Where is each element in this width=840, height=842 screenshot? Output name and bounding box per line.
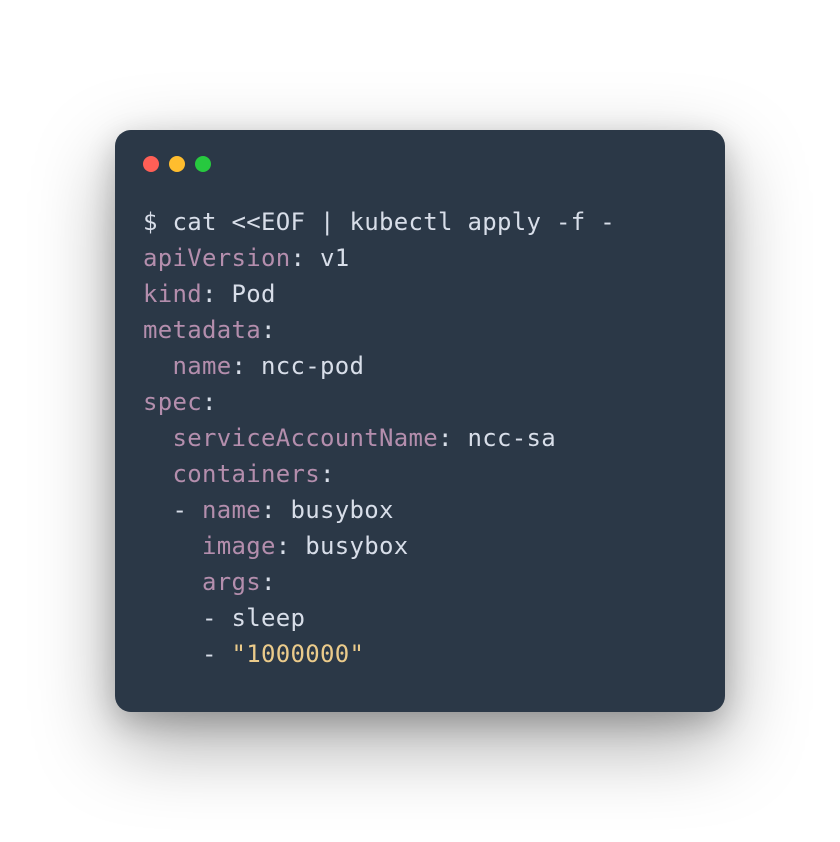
yaml-separator: : (202, 280, 232, 308)
yaml-key: apiVersion (143, 244, 291, 272)
yaml-key: name (173, 352, 232, 380)
indent (143, 568, 202, 596)
terminal-content: $ cat <<EOF | kubectl apply -f -apiVersi… (143, 204, 697, 672)
yaml-line: name: ncc-pod (143, 348, 697, 384)
yaml-separator: : (320, 460, 335, 488)
yaml-line: containers: (143, 456, 697, 492)
yaml-key: spec (143, 388, 202, 416)
indent (143, 424, 173, 452)
yaml-key: metadata (143, 316, 261, 344)
yaml-separator: : (202, 388, 217, 416)
terminal-window: $ cat <<EOF | kubectl apply -f -apiVersi… (115, 130, 725, 712)
yaml-line: - name: busybox (143, 492, 697, 528)
yaml-key: name (202, 496, 261, 524)
indent: - (143, 640, 232, 668)
yaml-key: image (202, 532, 276, 560)
indent: - (143, 604, 232, 632)
yaml-line: image: busybox (143, 528, 697, 564)
yaml-separator: : (261, 568, 276, 596)
yaml-value: ncc-sa (468, 424, 557, 452)
yaml-key: kind (143, 280, 202, 308)
yaml-separator: : (261, 496, 291, 524)
indent (143, 532, 202, 560)
yaml-separator: : (438, 424, 468, 452)
yaml-key: serviceAccountName (173, 424, 439, 452)
yaml-separator: : (232, 352, 262, 380)
prompt-symbol: $ (143, 208, 173, 236)
close-icon[interactable] (143, 156, 159, 172)
maximize-icon[interactable] (195, 156, 211, 172)
indent (143, 460, 173, 488)
minimize-icon[interactable] (169, 156, 185, 172)
yaml-line: - sleep (143, 600, 697, 636)
yaml-value: Pod (232, 280, 276, 308)
yaml-line: - "1000000" (143, 636, 697, 672)
yaml-value: busybox (291, 496, 394, 524)
yaml-key: args (202, 568, 261, 596)
yaml-line: kind: Pod (143, 276, 697, 312)
yaml-separator: : (261, 316, 276, 344)
yaml-value: busybox (305, 532, 408, 560)
yaml-value: "1000000" (232, 640, 365, 668)
yaml-key: containers (173, 460, 321, 488)
shell-command: cat <<EOF | kubectl apply -f - (173, 208, 615, 236)
yaml-value: sleep (232, 604, 306, 632)
yaml-line: metadata: (143, 312, 697, 348)
yaml-value: v1 (320, 244, 350, 272)
yaml-line: spec: (143, 384, 697, 420)
yaml-separator: : (291, 244, 321, 272)
yaml-line: serviceAccountName: ncc-sa (143, 420, 697, 456)
yaml-value: ncc-pod (261, 352, 364, 380)
command-line: $ cat <<EOF | kubectl apply -f - (143, 204, 697, 240)
indent (143, 352, 173, 380)
yaml-line: args: (143, 564, 697, 600)
yaml-separator: : (276, 532, 306, 560)
indent: - (143, 496, 202, 524)
window-titlebar (143, 152, 697, 172)
yaml-line: apiVersion: v1 (143, 240, 697, 276)
